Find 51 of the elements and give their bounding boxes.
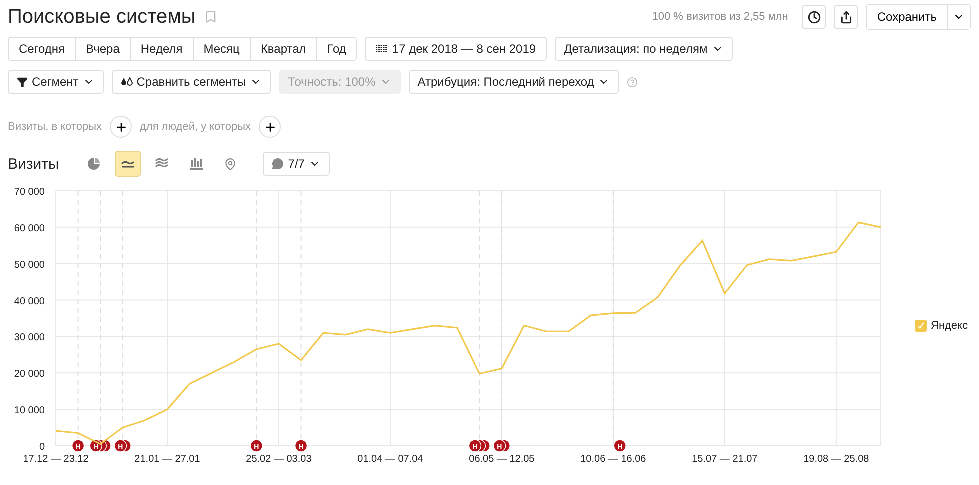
filter-dropdown[interactable]: Атрибуция: Последний переход: [408, 70, 620, 94]
axis-label: 50 000: [14, 260, 45, 271]
save-button[interactable]: Сохранить: [867, 5, 948, 29]
bookmark-icon[interactable]: [204, 10, 218, 24]
page-title: Поисковые системы: [8, 6, 196, 28]
axis-label: 01.04 — 07.04: [358, 454, 424, 465]
condition-label: Визиты, в которых: [8, 121, 102, 133]
axis-label: 10.06 — 16.06: [580, 454, 646, 465]
add-condition-button[interactable]: [259, 116, 281, 138]
filter-icon: [17, 76, 28, 88]
export-button[interactable]: [834, 5, 858, 29]
notes-dropdown[interactable]: 7/7: [263, 152, 330, 176]
share-icon: [840, 10, 853, 24]
help-icon[interactable]: [627, 76, 638, 88]
detail-dropdown[interactable]: Детализация: по неделям: [555, 37, 733, 61]
speech-bubble-icon: [272, 158, 284, 170]
drops-icon: [120, 76, 133, 88]
period-button[interactable]: Сегодня: [9, 38, 76, 60]
axis-label: 60 000: [14, 223, 45, 234]
metric-title: Визиты: [8, 156, 60, 172]
axis-label: 70 000: [14, 187, 45, 198]
axis-label: 17.12 — 23.12: [23, 454, 89, 465]
date-range-button[interactable]: 17 дек 2018 — 8 сен 2019: [365, 37, 548, 61]
chart-type-button[interactable]: [115, 151, 142, 177]
line-chart-icon: [121, 159, 136, 169]
axis-label: 30 000: [14, 332, 45, 344]
axis-label: 20 000: [14, 369, 45, 380]
add-condition-button[interactable]: [110, 116, 132, 138]
axis-label: 15.07 — 21.07: [692, 454, 758, 465]
map-pin-icon: [224, 158, 237, 170]
sample-info: 100 % визитов из 2,55 млн: [652, 11, 788, 23]
legend-label: Яндекс: [931, 320, 968, 332]
axis-label: 40 000: [14, 296, 45, 308]
axis-label: 21.01 — 27.01: [134, 454, 200, 465]
axis-label: 06.05 — 12.05: [469, 454, 535, 465]
plus-icon: [264, 120, 276, 134]
plus-icon: [114, 120, 128, 134]
stacked-area-icon: [155, 158, 170, 170]
filter-dropdown[interactable]: Сегмент: [8, 70, 104, 94]
axis-label: 10 000: [14, 406, 45, 417]
bar-chart-icon: [190, 158, 203, 170]
legend-checkbox[interactable]: [915, 320, 927, 332]
clock-icon: [808, 10, 821, 24]
calendar-icon: [376, 45, 388, 53]
pie-chart-icon: [88, 158, 100, 170]
axis-label: 25.02 — 03.03: [246, 454, 312, 465]
axis-label: 19.08 — 25.08: [804, 454, 870, 465]
condition-label: для людей, у которых: [140, 121, 251, 133]
axis-label: 0: [39, 442, 45, 453]
filter-dropdown[interactable]: Сравнить сегменты: [112, 70, 272, 94]
history-button[interactable]: [802, 5, 826, 29]
